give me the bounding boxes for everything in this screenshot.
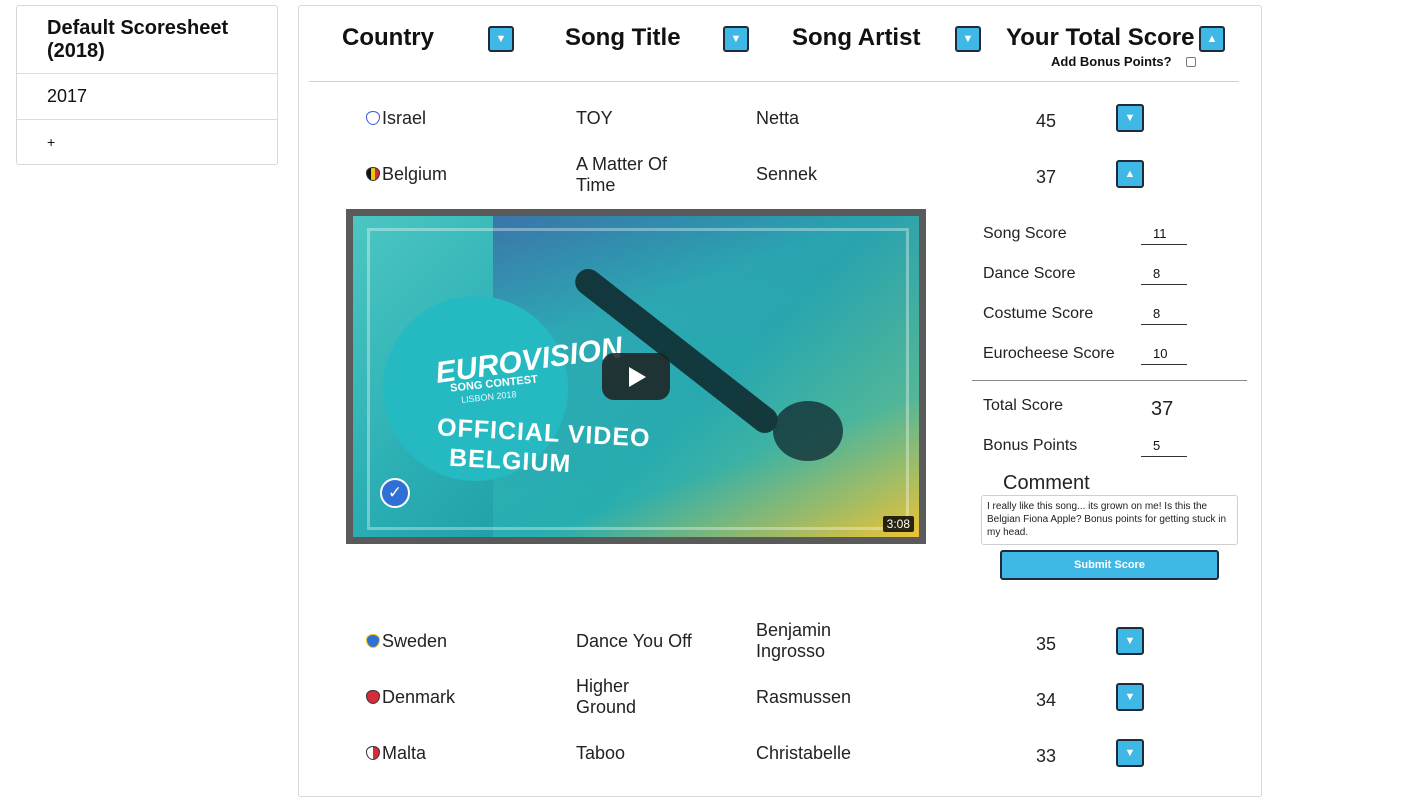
table-row-artist: Netta xyxy=(756,108,800,128)
table-row-score: 33 xyxy=(1036,746,1057,766)
table-row-title: Dance You Off xyxy=(576,631,692,651)
israel-flag-icon xyxy=(366,111,380,125)
chevron-down-icon: ▼ xyxy=(962,33,974,45)
total-score-value: 37 xyxy=(1151,398,1174,420)
table-row-title: TOY xyxy=(576,108,613,128)
eurocheese-score-label: Eurocheese Score xyxy=(983,345,1115,362)
chevron-up-icon: ▲ xyxy=(1206,33,1218,45)
table-row-artist: Christabelle xyxy=(756,743,852,763)
table-row-artist: Benjamin Ingrosso xyxy=(756,620,832,661)
malta-flag-icon xyxy=(366,746,380,760)
breakdown-divider xyxy=(972,380,1247,381)
table-row-country: Denmark xyxy=(366,687,455,708)
costume-score-input[interactable] xyxy=(1141,303,1187,325)
collapse-row-button[interactable]: ▲ xyxy=(1116,160,1144,188)
column-header-total-score: Your Total Score xyxy=(1006,24,1195,51)
bonus-points-label: Add Bonus Points? xyxy=(1051,54,1172,69)
submit-score-button[interactable]: Submit Score xyxy=(1000,550,1219,580)
table-row-title: Higher Ground xyxy=(576,676,637,717)
dancer-hair xyxy=(773,401,843,461)
table-row-country: Malta xyxy=(366,743,426,764)
comment-textarea[interactable]: I really like this song... its grown on … xyxy=(981,495,1238,545)
chevron-down-icon: ▼ xyxy=(1124,112,1136,124)
sort-song-artist-button[interactable]: ▼ xyxy=(955,26,981,52)
video-thumbnail: EUROVISION SONG CONTEST LISBON 2018 OFFI… xyxy=(353,216,919,537)
table-row-title: Taboo xyxy=(576,743,626,763)
table-row-artist: Sennek xyxy=(756,164,818,184)
expand-row-button[interactable]: ▼ xyxy=(1116,627,1144,655)
belgium-flag-icon xyxy=(366,167,380,181)
sidebar-item-label: 2017 xyxy=(47,86,88,106)
table-row-title: A Matter Of Time xyxy=(576,154,668,195)
song-score-label: Song Score xyxy=(983,225,1067,242)
sidebar-item-label: Default Scoresheet (2018) xyxy=(47,17,229,62)
sidebar-item-default-scoresheet[interactable]: Default Scoresheet (2018) xyxy=(17,6,277,74)
table-row-score: 35 xyxy=(1036,634,1057,654)
sweden-flag-icon xyxy=(366,634,380,648)
table-row-country: Belgium xyxy=(366,164,447,185)
table-row-score: 45 xyxy=(1036,111,1057,131)
column-header-song-title: Song Title xyxy=(565,24,681,51)
sort-country-button[interactable]: ▼ xyxy=(488,26,514,52)
column-header-country: Country xyxy=(342,24,434,51)
denmark-flag-icon xyxy=(366,690,380,704)
sidebar-item-2017[interactable]: 2017 xyxy=(17,74,277,120)
chevron-up-icon: ▲ xyxy=(1124,168,1136,180)
column-header-song-artist: Song Artist xyxy=(792,24,921,51)
video-duration: 3:08 xyxy=(882,516,914,532)
expand-row-button[interactable]: ▼ xyxy=(1116,739,1144,767)
dance-score-label: Dance Score xyxy=(983,265,1076,282)
video-player[interactable]: EUROVISION SONG CONTEST LISBON 2018 OFFI… xyxy=(346,209,926,544)
eurocheese-score-input[interactable] xyxy=(1141,343,1187,365)
bonus-points-input[interactable] xyxy=(1141,435,1187,457)
scoreboard-panel: Country ▼ Song Title ▼ Song Artist ▼ You… xyxy=(298,5,1262,797)
costume-score-label: Costume Score xyxy=(983,305,1094,322)
bonus-points-field-label: Bonus Points xyxy=(983,437,1078,454)
header-divider xyxy=(309,81,1239,82)
sort-total-score-button[interactable]: ▲ xyxy=(1199,26,1225,52)
table-row-score: 37 xyxy=(1036,167,1057,187)
table-row-country: Israel xyxy=(366,108,426,129)
chevron-down-icon: ▼ xyxy=(1124,747,1136,759)
verified-check-icon: ✓ xyxy=(380,478,410,508)
comment-label: Comment xyxy=(1003,472,1090,494)
scoresheet-sidebar: Default Scoresheet (2018) 2017 + xyxy=(16,5,278,165)
add-icon: + xyxy=(47,134,56,150)
table-row-score: 34 xyxy=(1036,690,1057,710)
table-row-artist: Rasmussen xyxy=(756,687,852,707)
chevron-down-icon: ▼ xyxy=(1124,691,1136,703)
expand-row-button[interactable]: ▼ xyxy=(1116,104,1144,132)
song-score-input[interactable] xyxy=(1141,223,1187,245)
expand-row-button[interactable]: ▼ xyxy=(1116,683,1144,711)
sort-song-title-button[interactable]: ▼ xyxy=(723,26,749,52)
chevron-down-icon: ▼ xyxy=(495,33,507,45)
chevron-down-icon: ▼ xyxy=(1124,635,1136,647)
bonus-points-checkbox[interactable] xyxy=(1186,57,1196,67)
table-row-country: Sweden xyxy=(366,631,447,652)
total-score-label: Total Score xyxy=(983,397,1064,414)
dance-score-input[interactable] xyxy=(1141,263,1187,285)
play-button[interactable] xyxy=(602,353,670,400)
chevron-down-icon: ▼ xyxy=(730,33,742,45)
add-scoresheet-button[interactable]: + xyxy=(17,120,277,164)
